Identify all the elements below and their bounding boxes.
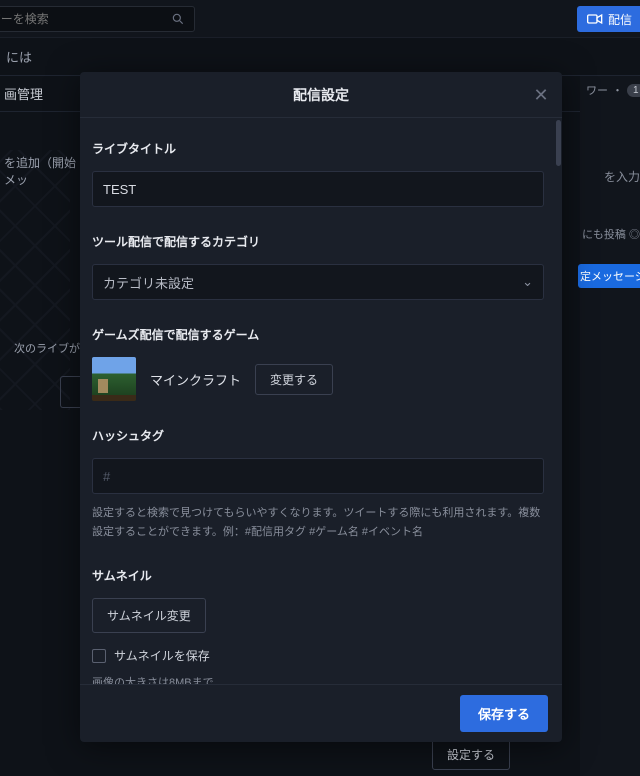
camera-icon xyxy=(587,13,603,25)
save-thumbnail-checkbox[interactable] xyxy=(92,649,106,663)
search-icon[interactable] xyxy=(168,9,188,29)
hashtag-input[interactable] xyxy=(92,458,544,494)
modal-title: 配信設定 xyxy=(293,85,349,105)
bg-left-text: を追加（開始メッ xyxy=(0,150,80,192)
top-bar: 配信 xyxy=(0,0,640,38)
game-row: マインクラフト 変更する xyxy=(92,357,544,401)
nav2-text: には xyxy=(6,47,32,66)
save-button[interactable]: 保存する xyxy=(460,695,548,732)
stream-settings-modal: 配信設定 ✕ ライブタイトル ツール配信で配信するカテゴリ カテゴリ未設定 ⌄ … xyxy=(80,72,562,742)
modal-footer: 保存する xyxy=(80,684,562,742)
thumbnail-section: サムネイル サムネイル変更 サムネイルを保存 画像の大きさは8MBまで xyxy=(92,567,544,684)
hashtag-help: 設定すると検索で見つけてもらいやすくなります。ツイートする際にも利用されます。複… xyxy=(92,504,544,541)
live-title-label: ライブタイトル xyxy=(92,140,544,157)
change-thumbnail-button[interactable]: サムネイル変更 xyxy=(92,598,206,633)
chevron-down-icon: ⌄ xyxy=(522,274,533,290)
stream-button-label: 配信 xyxy=(608,11,632,28)
scrollbar-thumb[interactable] xyxy=(556,120,561,166)
nav3-text: 画管理 xyxy=(4,84,43,103)
thumbnail-label: サムネイル xyxy=(92,567,544,584)
category-label: ツール配信で配信するカテゴリ xyxy=(92,233,544,250)
game-section: ゲームズ配信で配信するゲーム マインクラフト 変更する xyxy=(92,326,544,401)
thumbnail-help: 画像の大きさは8MBまで xyxy=(92,674,544,684)
game-name: マインクラフト xyxy=(150,370,241,389)
modal-body: ライブタイトル ツール配信で配信するカテゴリ カテゴリ未設定 ⌄ ゲームズ配信で… xyxy=(80,118,562,684)
stream-button[interactable]: 配信 xyxy=(577,6,640,32)
live-title-input[interactable] xyxy=(92,171,544,207)
category-section: ツール配信で配信するカテゴリ カテゴリ未設定 ⌄ xyxy=(92,233,544,300)
bg-settings-button[interactable]: 設定する xyxy=(432,739,510,770)
save-thumbnail-row[interactable]: サムネイルを保存 xyxy=(92,647,544,664)
follower-label: ワー xyxy=(586,82,608,98)
category-selected: カテゴリ未設定 xyxy=(103,273,194,292)
search-box[interactable] xyxy=(0,6,195,32)
save-thumbnail-label: サムネイルを保存 xyxy=(114,647,210,664)
bg-right-3[interactable]: 定メッセージ xyxy=(578,264,640,288)
bg-right-2: にも投稿 ◎ xyxy=(582,226,640,242)
change-game-button[interactable]: 変更する xyxy=(255,364,333,395)
modal-scroll: ライブタイトル ツール配信で配信するカテゴリ カテゴリ未設定 ⌄ ゲームズ配信で… xyxy=(80,118,556,684)
bg-right-1: を入力 xyxy=(604,168,640,185)
close-icon[interactable]: ✕ xyxy=(530,84,552,106)
follower-row: ワー ・ 1 xyxy=(582,82,640,98)
follower-count-badge: 1 xyxy=(627,84,640,97)
search-input[interactable] xyxy=(0,12,168,26)
game-label: ゲームズ配信で配信するゲーム xyxy=(92,326,544,343)
category-select[interactable]: カテゴリ未設定 ⌄ xyxy=(92,264,544,300)
hashtag-section: ハッシュタグ 設定すると検索で見つけてもらいやすくなります。ツイートする際にも利… xyxy=(92,427,544,541)
nav-secondary: には xyxy=(0,38,640,76)
bg-left-tab xyxy=(60,376,80,408)
hashtag-label: ハッシュタグ xyxy=(92,427,544,444)
modal-header: 配信設定 ✕ xyxy=(80,72,562,118)
game-thumbnail xyxy=(92,357,136,401)
live-title-section: ライブタイトル xyxy=(92,140,544,207)
